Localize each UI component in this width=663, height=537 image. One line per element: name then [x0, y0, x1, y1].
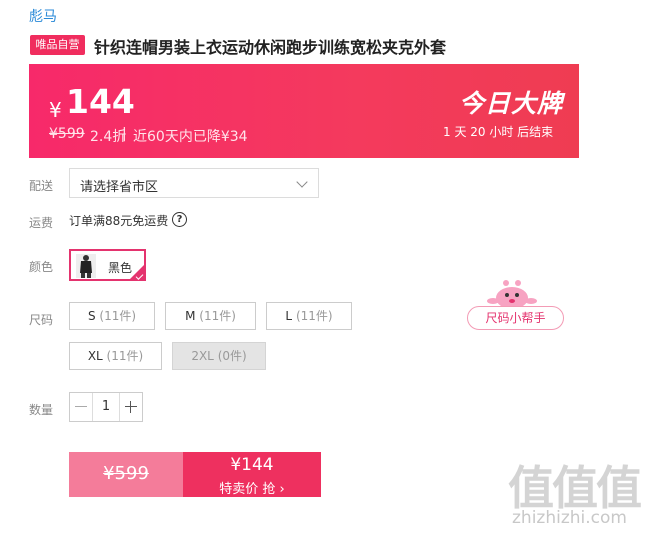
- original-price-button[interactable]: ¥599: [69, 452, 183, 497]
- buy-price: ¥144: [230, 455, 274, 475]
- product-thumbnail: [76, 254, 96, 278]
- brand-link[interactable]: 彪马: [29, 6, 57, 26]
- price-currency: ¥: [49, 98, 62, 122]
- original-price: ¥599: [49, 126, 85, 142]
- price-separator: |: [122, 126, 127, 142]
- size-option-2xl: 2XL (0件): [172, 342, 266, 370]
- color-option-label: 黑色: [108, 261, 133, 275]
- buy-now-button[interactable]: ¥144 特卖价 抢 ›: [183, 452, 321, 497]
- quantity-label: 数量: [29, 403, 54, 417]
- shipping-info: 订单满88元免运费: [69, 214, 169, 228]
- product-title: 针织连帽男装上衣运动休闲跑步训练宽松夹克外套: [94, 38, 447, 57]
- size-stock: (11件): [99, 309, 137, 323]
- size-stock: (11件): [106, 349, 144, 363]
- plus-button[interactable]: [119, 393, 142, 421]
- region-select[interactable]: 请选择省市区: [69, 168, 319, 198]
- size-name: S: [87, 309, 96, 323]
- size-label: 尺码: [29, 313, 54, 327]
- size-option-m[interactable]: M (11件): [165, 302, 256, 330]
- size-stock: (0件): [217, 349, 247, 363]
- minus-button[interactable]: [70, 393, 93, 421]
- plus-icon: [130, 401, 131, 413]
- buy-original-price: ¥599: [103, 463, 149, 484]
- plus-icon-h: [125, 406, 137, 407]
- size-option-s[interactable]: S (11件): [69, 302, 155, 330]
- discount-rate: 2.4折: [90, 129, 127, 145]
- size-option-l[interactable]: L (11件): [266, 302, 352, 330]
- size-name: M: [185, 309, 196, 323]
- size-name: L: [285, 309, 293, 323]
- question-circle-icon[interactable]: ?: [172, 212, 187, 227]
- shipping-label: 运费: [29, 216, 54, 230]
- current-price: 144: [66, 82, 135, 121]
- buy-action-label: 特卖价 抢 ›: [219, 482, 285, 497]
- size-name: XL: [87, 349, 103, 363]
- self-operated-badge: 唯品自营: [30, 35, 85, 55]
- mascot-icon: [484, 279, 540, 309]
- chevron-down-icon: [296, 176, 308, 188]
- quantity-stepper: 1: [69, 392, 143, 422]
- delivery-label: 配送: [29, 179, 54, 193]
- size-name: 2XL: [191, 349, 214, 363]
- size-option-xl[interactable]: XL (11件): [69, 342, 162, 370]
- quantity-value[interactable]: 1: [92, 399, 120, 414]
- region-select-value: 请选择省市区: [80, 180, 159, 195]
- watermark-url: zhizhizhi.com: [512, 508, 627, 528]
- price-drop-info: 近60天内已降¥34: [133, 129, 248, 145]
- countdown-timer: 1 天 20 小时 后结束: [443, 125, 554, 139]
- promo-title: 今日大牌: [459, 89, 564, 118]
- minus-icon: [75, 406, 87, 407]
- size-stock: (11件): [199, 309, 236, 323]
- color-option-black[interactable]: 黑色: [69, 249, 146, 281]
- color-label: 颜色: [29, 260, 54, 274]
- size-helper-button[interactable]: 尺码小帮手: [467, 306, 564, 330]
- size-stock: (11件): [295, 309, 333, 323]
- price-banner: ¥ 144 ¥599 2.4折 | 近60天内已降¥34 今日大牌 1 天 20…: [29, 64, 579, 158]
